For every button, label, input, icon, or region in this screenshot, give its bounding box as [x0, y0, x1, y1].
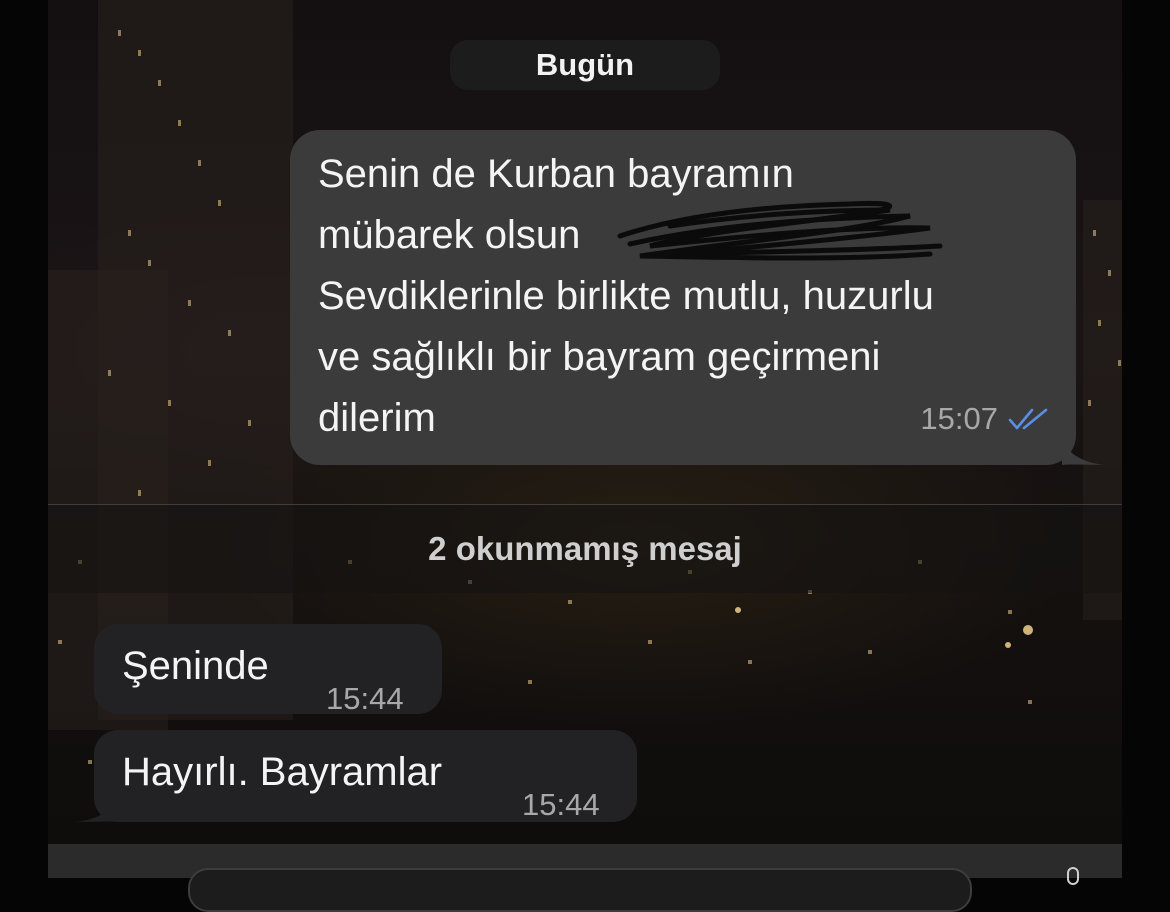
unread-banner-label: 2 okunmamış mesaj	[428, 530, 742, 567]
outgoing-bubble-tail	[1062, 438, 1104, 465]
unread-messages-banner: 2 okunmamış mesaj	[48, 504, 1122, 593]
message-time: 15:07	[920, 401, 998, 436]
message-text: Hayırlı. Bayramlar	[122, 750, 443, 794]
incoming-message-bubble[interactable]: Hayırlı. Bayramlar 15:44	[94, 730, 637, 822]
incoming-bubble-tail	[76, 795, 118, 822]
message-input-bar	[48, 844, 1122, 912]
message-time: 15:44	[522, 787, 600, 822]
message-time: 15:44	[326, 681, 404, 716]
date-separator-label: Bugün	[535, 47, 635, 82]
scribble-redaction	[617, 200, 943, 261]
message-meta: 15:44	[522, 774, 600, 835]
date-separator: Bugün	[450, 40, 720, 90]
outgoing-message-bubble[interactable]: Senin de Kurban bayramın mübarek olsun S…	[290, 130, 1076, 465]
incoming-message-bubble[interactable]: Şeninde 15:44	[94, 624, 442, 716]
message-meta: 15:07	[920, 388, 1050, 449]
message-meta: 15:44	[326, 668, 404, 729]
mic-icon[interactable]	[1058, 866, 1088, 896]
double-check-icon	[1008, 408, 1048, 429]
message-input-field[interactable]	[188, 868, 972, 912]
message-text: Şeninde	[122, 644, 269, 688]
